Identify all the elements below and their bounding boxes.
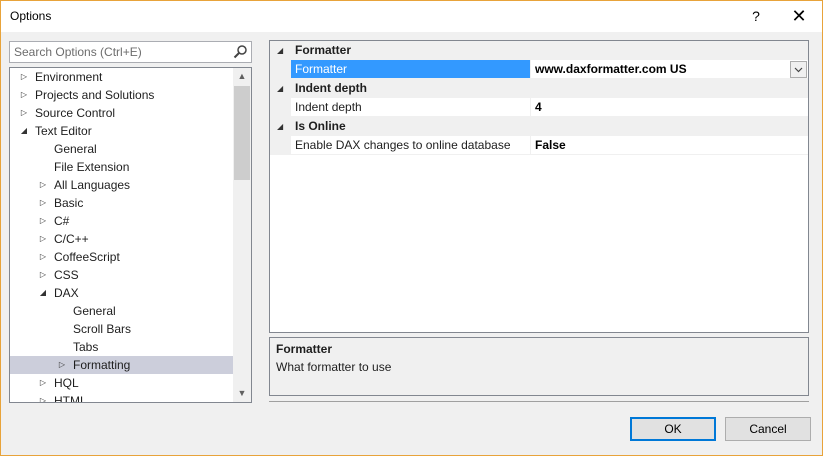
row-gutter <box>270 98 291 117</box>
tree-scrollbar[interactable]: ▲ ▼ <box>233 68 251 402</box>
collapse-arrow-icon[interactable]: ◢ <box>277 79 287 98</box>
help-button[interactable]: ? <box>736 1 776 32</box>
description-title: Formatter <box>276 342 333 356</box>
search-icon[interactable] <box>232 44 248 60</box>
divider <box>269 401 809 402</box>
collapsed-arrow-icon[interactable]: ▷ <box>57 356 67 374</box>
tree-item[interactable]: ▷ CoffeeScript <box>10 248 233 266</box>
description-panel: Formatter What formatter to use <box>269 337 809 396</box>
tree-item[interactable]: ▷ CSS <box>10 266 233 284</box>
category-label: Is Online <box>295 119 346 133</box>
tree-item-label: Formatting <box>73 358 131 372</box>
property-value[interactable]: 4 <box>531 98 808 117</box>
title-bar: Options ? ✕ <box>1 1 822 32</box>
tree-item-label: HTML <box>54 394 87 403</box>
property-value-text: www.daxformatter.com US <box>535 62 687 76</box>
tree-item-label: DAX <box>54 286 79 300</box>
property-row[interactable]: Enable DAX changes to online database Fal… <box>270 136 808 155</box>
tree-item[interactable]: Scroll Bars <box>10 320 233 338</box>
collapsed-arrow-icon[interactable]: ▷ <box>38 266 48 284</box>
tree-item[interactable]: ▷ Projects and Solutions <box>10 86 233 104</box>
tree-item[interactable]: ◢ DAX <box>10 284 233 302</box>
property-grid: ◢ Formatter Formatter www.daxformatter.com … <box>269 40 809 333</box>
tree-item[interactable]: ▷ Basic <box>10 194 233 212</box>
tree-item-label: CoffeeScript <box>54 250 120 264</box>
collapse-arrow-icon[interactable]: ◢ <box>277 41 287 60</box>
tree-item[interactable]: ▷ HTML <box>10 392 233 403</box>
tree-item-label: All Languages <box>54 178 131 192</box>
search-input[interactable] <box>10 42 230 62</box>
expanded-arrow-icon[interactable]: ◢ <box>38 284 48 302</box>
scroll-thumb[interactable] <box>234 86 250 180</box>
property-name[interactable]: Enable DAX changes to online database <box>291 136 531 155</box>
tree-list: ▷ Environment ▷ Projects and Solutions ▷ Sour… <box>10 68 233 403</box>
property-row[interactable]: Formatter www.daxformatter.com US <box>270 60 808 79</box>
scroll-up-icon[interactable]: ▲ <box>233 68 251 85</box>
tree-item[interactable]: ◢ Text Editor <box>10 122 233 140</box>
property-name[interactable]: Indent depth <box>291 98 531 117</box>
tree-item[interactable]: Tabs <box>10 338 233 356</box>
category-row[interactable]: ◢ Is Online <box>270 117 808 136</box>
options-dialog: Options ? ✕ ▷ Environment ▷ Projects and So… <box>0 0 823 456</box>
scroll-down-icon[interactable]: ▼ <box>233 385 251 402</box>
row-gutter <box>270 136 291 155</box>
tree-item-label: C# <box>54 214 70 228</box>
collapsed-arrow-icon[interactable]: ▷ <box>38 212 48 230</box>
tree-item-label: Projects and Solutions <box>35 88 155 102</box>
close-button[interactable]: ✕ <box>776 1 822 32</box>
property-row[interactable]: Indent depth 4 <box>270 98 808 117</box>
tree-item[interactable]: ▷ All Languages <box>10 176 233 194</box>
collapsed-arrow-icon[interactable]: ▷ <box>19 104 29 122</box>
expanded-arrow-icon[interactable]: ◢ <box>19 122 29 140</box>
collapsed-arrow-icon[interactable]: ▷ <box>38 230 48 248</box>
tree-item-label: Tabs <box>73 340 99 354</box>
tree-item[interactable]: ▷ Environment <box>10 68 233 86</box>
tree-item[interactable]: General <box>10 140 233 158</box>
tree-item[interactable]: ▷ C/C++ <box>10 230 233 248</box>
row-gutter <box>270 60 291 79</box>
tree-item-label: Source Control <box>35 106 116 120</box>
collapsed-arrow-icon[interactable]: ▷ <box>38 194 48 212</box>
cancel-button[interactable]: Cancel <box>725 417 811 441</box>
category-row[interactable]: ◢ Indent depth <box>270 79 808 98</box>
category-label: Formatter <box>295 43 352 57</box>
category-label: Indent depth <box>295 81 367 95</box>
tree-item-label: Scroll Bars <box>73 322 132 336</box>
tree-item-label: General <box>54 142 97 156</box>
tree-item[interactable]: File Extension <box>10 158 233 176</box>
tree-item[interactable]: ▷ Source Control <box>10 104 233 122</box>
property-value[interactable]: www.daxformatter.com US <box>531 60 808 79</box>
tree-item-label: Text Editor <box>35 124 92 138</box>
tree-item[interactable]: General <box>10 302 233 320</box>
tree-item[interactable]: ▷ HQL <box>10 374 233 392</box>
ok-button[interactable]: OK <box>630 417 716 441</box>
tree-item[interactable]: ▷ C# <box>10 212 233 230</box>
property-value[interactable]: False <box>531 136 808 155</box>
tree-item-label: File Extension <box>54 160 130 174</box>
tree-item-label: General <box>73 304 116 318</box>
window-title: Options <box>10 9 52 23</box>
collapsed-arrow-icon[interactable]: ▷ <box>19 68 29 86</box>
tree-item-label: HQL <box>54 376 79 390</box>
options-tree: ▷ Environment ▷ Projects and Solutions ▷ Sour… <box>9 67 252 403</box>
property-name[interactable]: Formatter <box>291 60 531 79</box>
tree-item-label: Basic <box>54 196 84 210</box>
chevron-down-icon <box>794 67 803 73</box>
description-text: What formatter to use <box>276 360 392 374</box>
collapsed-arrow-icon[interactable]: ▷ <box>19 86 29 104</box>
collapsed-arrow-icon[interactable]: ▷ <box>38 176 48 194</box>
collapsed-arrow-icon[interactable]: ▷ <box>38 374 48 392</box>
tree-item[interactable]: ▷ Formatting <box>10 356 233 374</box>
category-row[interactable]: ◢ Formatter <box>270 41 808 60</box>
tree-item-label: C/C++ <box>54 232 89 246</box>
collapsed-arrow-icon[interactable]: ▷ <box>38 392 48 402</box>
collapsed-arrow-icon[interactable]: ▷ <box>38 248 48 266</box>
property-value-text: 4 <box>535 100 542 114</box>
tree-item-label: CSS <box>54 268 79 282</box>
search-box <box>9 41 252 63</box>
property-value-text: False <box>535 138 566 152</box>
tree-item-label: Environment <box>35 70 103 84</box>
dropdown-button[interactable] <box>790 61 807 78</box>
collapse-arrow-icon[interactable]: ◢ <box>277 117 287 136</box>
